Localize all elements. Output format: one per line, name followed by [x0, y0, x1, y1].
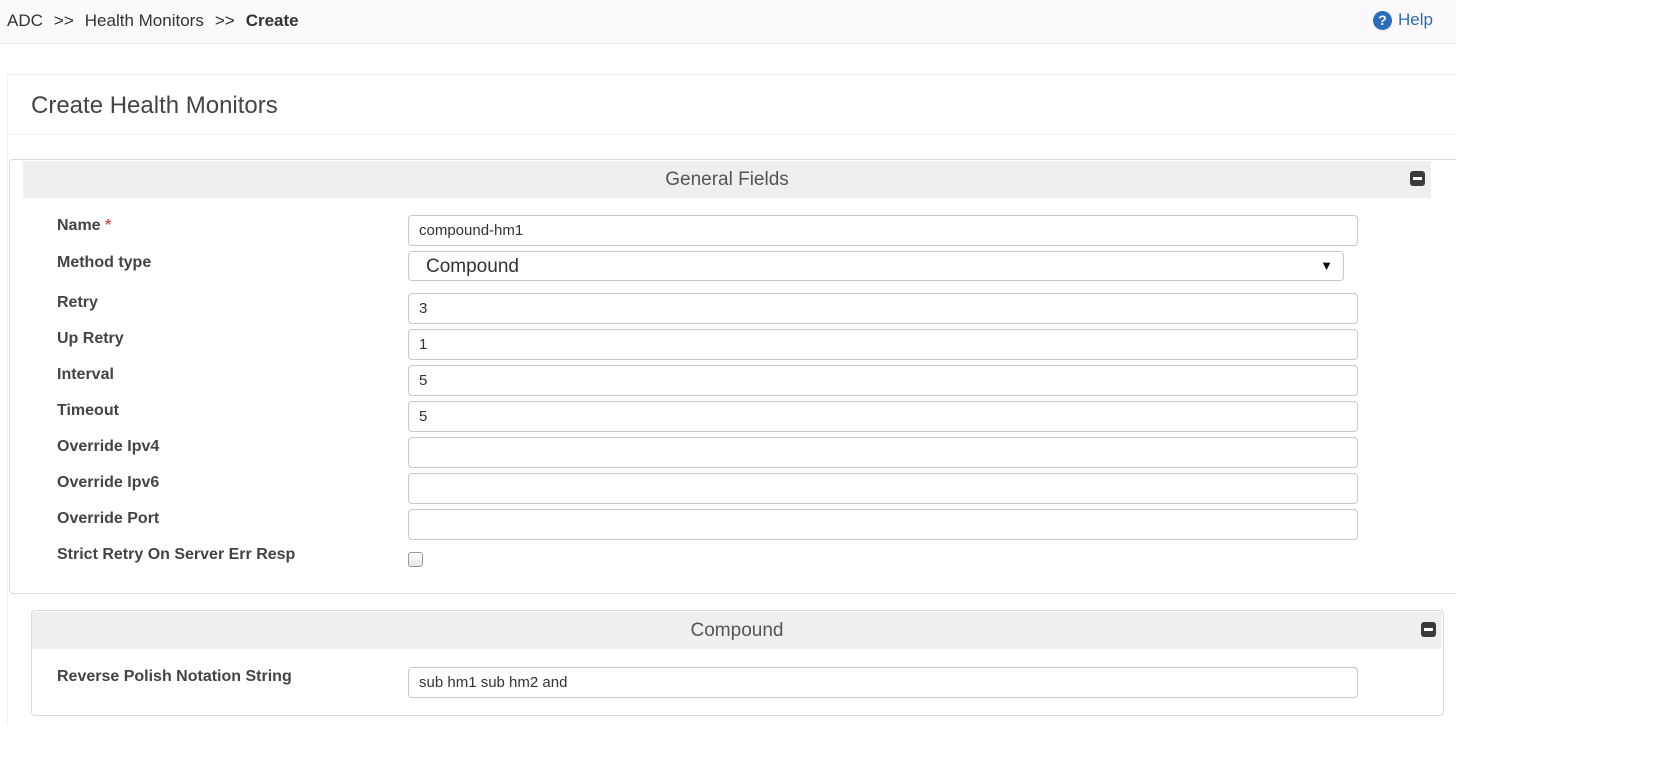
interval-input[interactable]: 5 — [408, 365, 1358, 396]
name-label: Name * — [57, 217, 111, 235]
compound-header[interactable]: Compound — [32, 612, 1442, 649]
method-type-value: Compound — [426, 256, 519, 277]
timeout-input[interactable]: 5 — [408, 401, 1358, 432]
override-port-label: Override Port — [57, 510, 160, 527]
interval-label: Interval — [57, 366, 114, 383]
question-circle-icon: ? — [1373, 10, 1392, 30]
strict-retry-checkbox[interactable] — [408, 552, 423, 567]
name-label-text: Name — [57, 217, 101, 234]
breadcrumb-adc[interactable]: ADC — [7, 11, 43, 30]
general-fields-title: General Fields — [665, 168, 789, 190]
breadcrumb-current: Create — [245, 11, 299, 30]
override-ipv6-input[interactable] — [408, 473, 1358, 504]
retry-label: Retry — [57, 294, 98, 311]
compound-title: Compound — [690, 619, 784, 641]
up-retry-label: Up Retry — [57, 330, 124, 347]
breadcrumb-health-monitors[interactable]: Health Monitors — [85, 11, 204, 30]
method-type-select[interactable]: Compound ▼ — [408, 251, 1344, 281]
up-retry-input[interactable]: 1 — [408, 329, 1358, 360]
override-ipv4-input[interactable] — [408, 437, 1358, 468]
collapse-icon[interactable] — [1421, 622, 1436, 637]
required-mark: * — [105, 217, 112, 234]
help-label: Help — [1398, 10, 1433, 29]
rpn-input[interactable]: sub hm1 sub hm2 and — [408, 667, 1358, 698]
top-bar: ADC >> Health Monitors >> Create ? Help — [0, 0, 1456, 44]
retry-input[interactable]: 3 — [408, 293, 1358, 324]
timeout-label: Timeout — [57, 402, 119, 419]
breadcrumb-separator: >> — [53, 11, 74, 30]
caret-down-icon: ▼ — [1320, 258, 1333, 273]
collapse-icon[interactable] — [1410, 171, 1425, 186]
name-input[interactable]: compound-hm1 — [408, 215, 1358, 246]
override-port-input[interactable] — [408, 509, 1358, 540]
breadcrumb: ADC >> Health Monitors >> Create — [7, 11, 299, 31]
breadcrumb-separator: >> — [214, 11, 235, 30]
title-divider — [8, 134, 1456, 135]
method-type-label: Method type — [57, 254, 152, 271]
override-ipv4-label: Override Ipv4 — [57, 438, 160, 455]
page-title: Create Health Monitors — [31, 92, 278, 119]
help-link[interactable]: ? Help — [1373, 10, 1433, 30]
rpn-label: Reverse Polish Notation String — [57, 668, 292, 685]
general-fields-header[interactable]: General Fields — [23, 161, 1431, 198]
override-ipv6-label: Override Ipv6 — [57, 474, 160, 491]
strict-retry-label: Strict Retry On Server Err Resp — [57, 546, 296, 563]
